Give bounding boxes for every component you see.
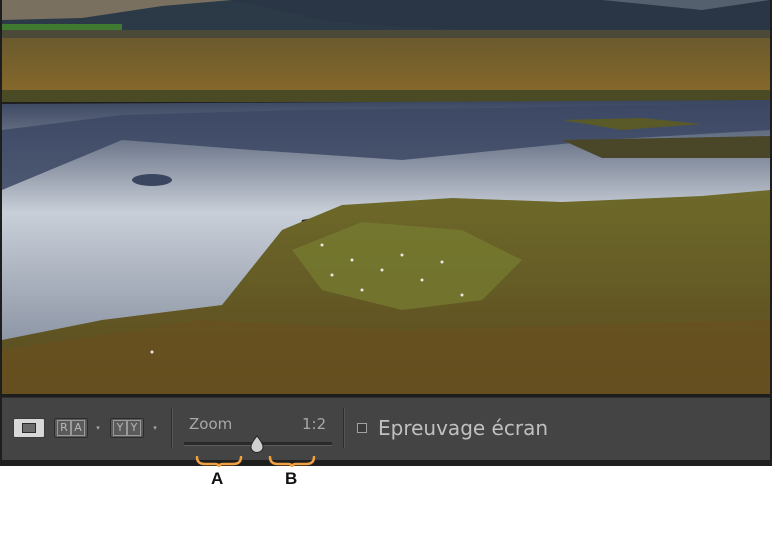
single-view-icon [22, 423, 36, 433]
annotation-label-a: A [211, 469, 224, 488]
develop-view: R A ▾ Y Y ▾ Zoom 1:2 Epreuvage écran [0, 0, 772, 466]
soft-proof-label[interactable]: Epreuvage écran [378, 416, 548, 440]
annotation-bracket-a [195, 456, 243, 468]
before-after-left-right-icon: R [57, 420, 71, 436]
soft-proof-checkbox[interactable] [357, 423, 367, 433]
divider [343, 408, 344, 448]
before-after-left-right-button[interactable]: R A [54, 418, 88, 438]
divider [171, 408, 172, 448]
annotation-label-b: B [285, 469, 298, 488]
landscape-photo [2, 0, 770, 394]
before-after-top-bottom-icon: Y [113, 420, 127, 436]
zoom-label: Zoom [189, 415, 233, 433]
zoom-slider-thumb[interactable] [249, 435, 265, 453]
photo-preview[interactable] [2, 0, 770, 394]
annotation-bracket-b [268, 456, 316, 468]
zoom-value[interactable]: 1:2 [302, 415, 326, 433]
chevron-down-icon[interactable]: ▾ [94, 423, 102, 433]
before-after-top-bottom-button[interactable]: Y Y [110, 418, 144, 438]
before-after-left-right-icon-part: A [71, 420, 85, 436]
toolbar: R A ▾ Y Y ▾ Zoom 1:2 Epreuvage écran [2, 397, 770, 460]
loupe-view-button[interactable] [13, 418, 45, 438]
before-after-top-bottom-icon-part: Y [127, 420, 141, 436]
chevron-down-icon[interactable]: ▾ [151, 423, 159, 433]
